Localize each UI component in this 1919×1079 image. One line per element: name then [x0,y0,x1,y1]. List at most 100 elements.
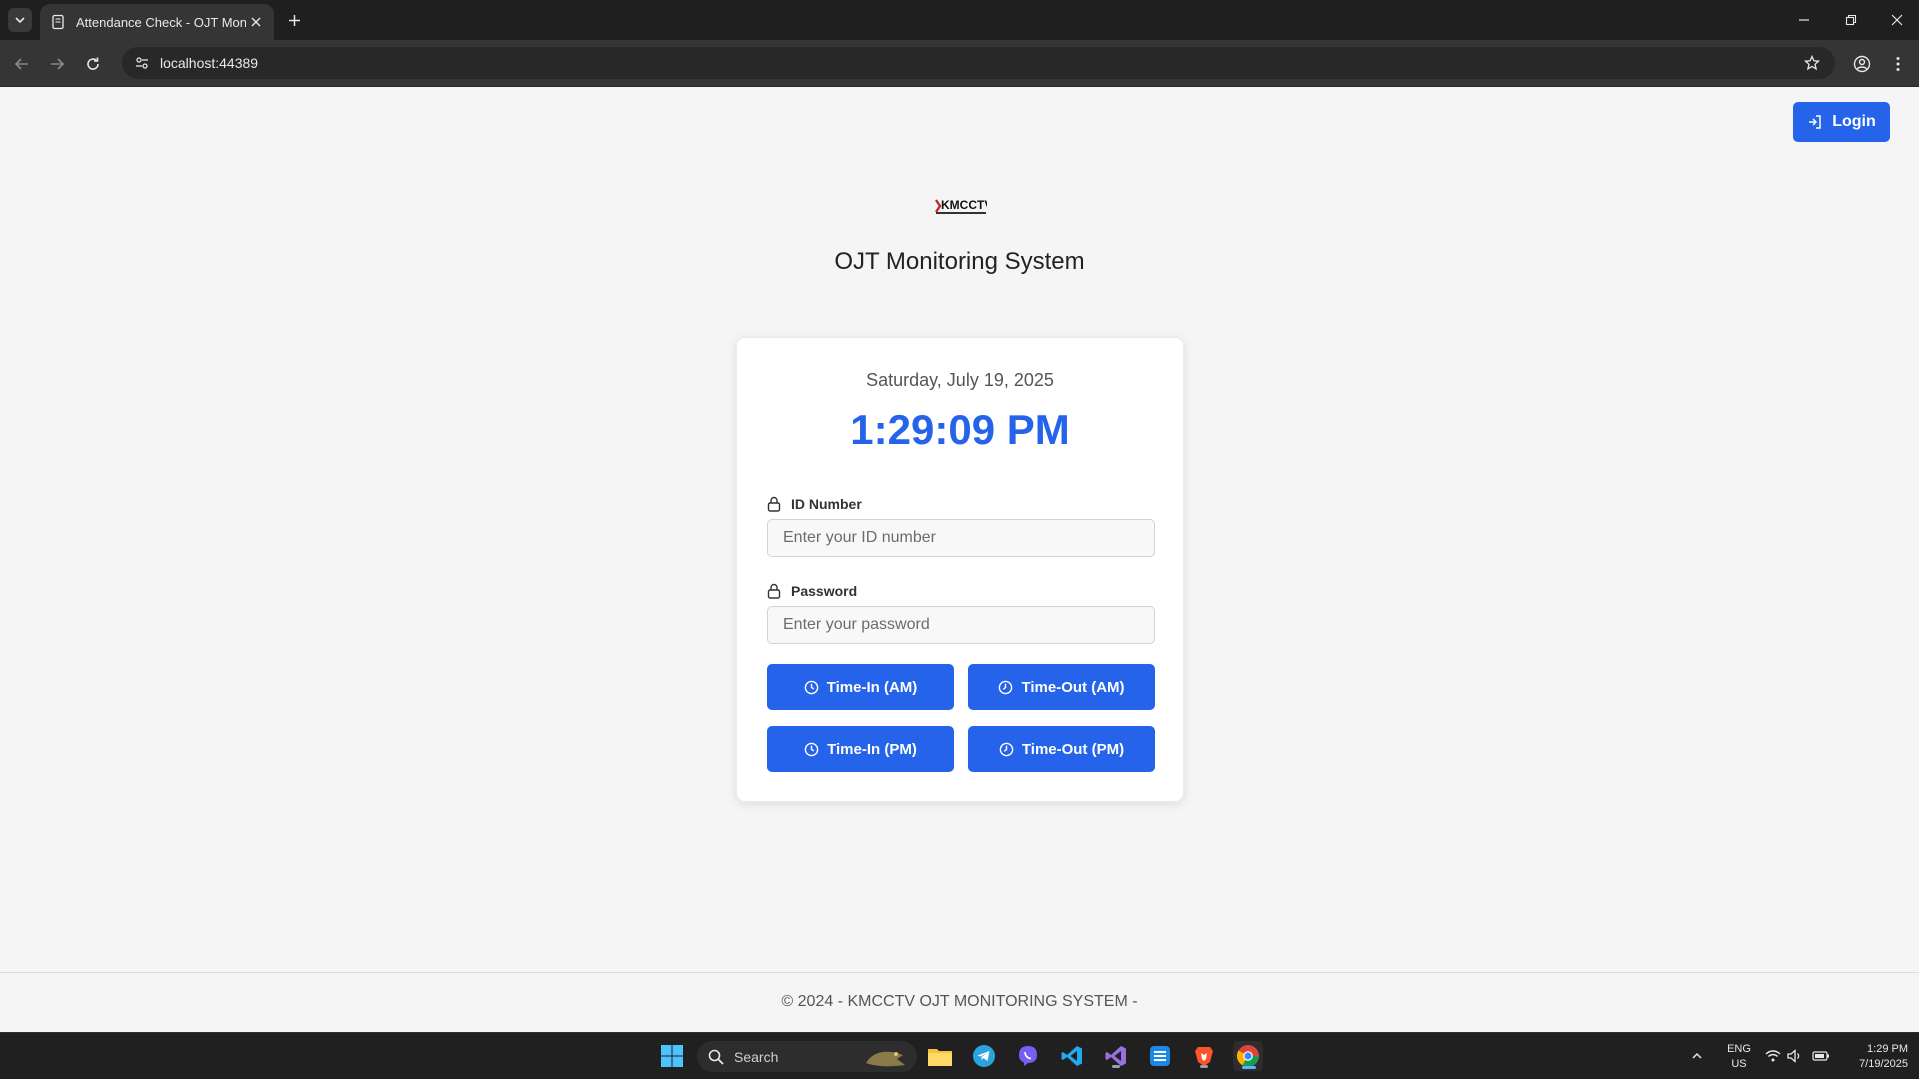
bookmark-star-button[interactable] [1801,52,1823,74]
time-in-pm-label: Time-In (PM) [827,740,917,758]
page-favicon-icon [52,14,64,30]
chevron-down-icon [15,17,25,24]
current-date: Saturday, July 19, 2025 [866,370,1054,390]
chrome-button[interactable] [1233,1041,1263,1071]
password-label: Password [767,583,857,599]
time-out-am-button[interactable]: Time-Out (AM) [968,664,1155,710]
active-window-indicator [1242,1066,1256,1069]
plus-icon [288,14,300,26]
browser-toolbar: localhost:44389 [0,40,1919,87]
password-label-text: Password [791,583,858,599]
logo-text: KMCCTV [941,198,987,212]
page-content: Login KMCCTV OJT Monitoring System Satur… [0,88,1919,1032]
running-indicator [1112,1065,1120,1068]
time-out-pm-button[interactable]: Time-Out (PM) [968,726,1155,772]
telegram-icon [973,1045,995,1067]
show-hidden-icons-button[interactable] [1682,1041,1712,1071]
arrow-right-icon [51,58,65,70]
windows-logo-icon [661,1045,683,1067]
lock-icon [767,583,781,599]
time-out-am-label: Time-Out (AM) [1021,678,1125,696]
input-language-indicator[interactable]: ENG US [1722,1042,1756,1072]
chrome-icon [1236,1045,1259,1067]
app-button-blue[interactable] [1145,1041,1175,1071]
footer-text: © 2024 - KMCCTV OJT MONITORING SYSTEM - [781,993,1138,1010]
clock-icon [804,680,819,694]
telegram-button[interactable] [969,1041,999,1071]
back-button[interactable] [10,52,34,76]
clock-icon [804,742,819,756]
site-info-button[interactable] [128,49,156,77]
address-bar[interactable]: localhost:44389 [122,47,1835,79]
start-button[interactable] [657,1041,687,1071]
close-window-button[interactable] [1885,8,1909,32]
browser-tab-bar: Attendance Check - OJT Monitoring System [0,0,1919,40]
profile-icon [1853,55,1871,73]
kmcctv-logo: KMCCTV [935,198,987,214]
id-number-label: ID Number [767,496,862,512]
running-indicator [1200,1065,1208,1068]
brave-button[interactable] [1189,1041,1219,1071]
time-out-pm-label: Time-Out (PM) [1021,740,1125,758]
current-time: 1:29:09 PM [850,406,1070,453]
new-tab-button[interactable] [282,8,306,32]
arrow-left-icon [14,58,28,70]
search-label: Search [734,1048,779,1065]
windows-taskbar: Search ENG US 1:29 PM 7/19/2025 [0,1032,1919,1079]
star-icon [1804,55,1820,71]
clock-date: 7/19/2025 [1859,1058,1908,1070]
search-highlight-icon [866,1051,905,1066]
viber-icon [1019,1046,1037,1066]
clock-icon [999,742,1014,756]
search-icon [708,1049,724,1065]
viber-button[interactable] [1013,1041,1043,1071]
system-clock[interactable]: 1:29 PM 7/19/2025 [1836,1042,1908,1072]
profile-button[interactable] [1850,52,1874,76]
clock-time: 1:29 PM [1867,1043,1908,1055]
login-icon [1809,115,1821,129]
file-explorer-button[interactable] [925,1041,955,1071]
tab-title: Attendance Check - OJT Monitoring System [76,14,246,30]
folder-icon [928,1049,952,1066]
password-input[interactable] [767,606,1155,644]
browser-menu-button[interactable] [1886,52,1910,76]
minimize-icon [1799,19,1809,21]
forward-button[interactable] [45,52,69,76]
app-title: OJT Monitoring System [834,248,1085,275]
clock-icon [999,680,1013,694]
login-label: Login [1832,113,1876,130]
lock-icon [767,496,781,512]
reload-icon [87,57,99,70]
restore-icon [1845,14,1857,26]
reload-button[interactable] [81,52,105,76]
wifi-icon [1765,1050,1781,1062]
lang-line1: ENG [1727,1043,1751,1055]
attendance-card: Saturday, July 19, 2025 1:29:09 PM ID Nu… [736,337,1184,802]
vscode-button[interactable] [1057,1041,1087,1071]
visual-studio-button[interactable] [1101,1041,1131,1071]
taskbar-search[interactable]: Search [697,1041,917,1072]
more-vertical-icon [1896,57,1900,71]
restore-window-button[interactable] [1839,8,1863,32]
speaker-icon [1787,1049,1800,1063]
url-text[interactable]: localhost:44389 [160,55,258,71]
id-number-label-text: ID Number [791,496,862,512]
time-in-pm-button[interactable]: Time-In (PM) [767,726,954,772]
close-tab-icon[interactable] [248,14,264,30]
time-in-am-button[interactable]: Time-In (AM) [767,664,954,710]
login-button[interactable]: Login [1793,102,1890,142]
azure-data-studio-icon [1150,1046,1170,1066]
vscode-icon [1061,1046,1082,1066]
minimize-window-button[interactable] [1792,8,1816,32]
time-in-am-label: Time-In (AM) [826,678,918,696]
id-number-input[interactable] [767,519,1155,557]
page-footer: © 2024 - KMCCTV OJT MONITORING SYSTEM - [0,972,1919,1032]
battery-button[interactable] [1806,1041,1836,1071]
tab-search-button[interactable] [8,8,32,32]
close-icon [1891,14,1903,26]
browser-tab-active[interactable]: Attendance Check - OJT Monitoring System [40,4,274,40]
battery-icon [1812,1051,1829,1061]
tune-icon [136,57,148,69]
lang-line2: US [1731,1058,1747,1070]
chevron-up-icon [1692,1052,1702,1059]
